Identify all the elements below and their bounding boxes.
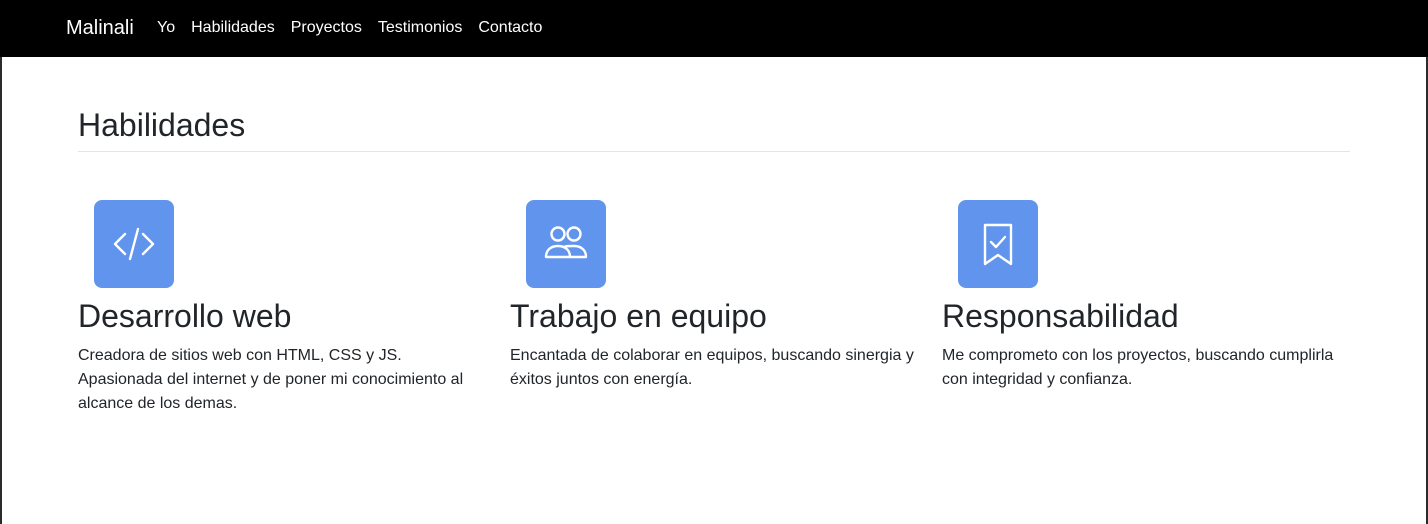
nav-link-habilidades[interactable]: Habilidades (191, 18, 275, 38)
section-divider (78, 151, 1350, 152)
feature-title: Trabajo en equipo (510, 298, 767, 334)
section-title: Habilidades (78, 107, 246, 143)
nav-link-testimonios[interactable]: Testimonios (378, 18, 462, 38)
nav-link-contacto[interactable]: Contacto (478, 18, 542, 38)
navbar-brand[interactable]: Malinali (66, 16, 134, 40)
feature-text: Me comprometo con los proyectos, buscand… (942, 347, 1334, 388)
feature-text: Creadora de sitios web con HTML, CSS y J… (78, 347, 464, 412)
code-icon (94, 200, 174, 288)
nav-links: Yo Habilidades Proyectos Testimonios Con… (157, 18, 558, 38)
nav-link-proyectos[interactable]: Proyectos (291, 18, 362, 38)
window-frame-left (0, 0, 2, 524)
feature-text: Encantada de colaborar en equipos, busca… (510, 347, 914, 388)
navbar: Malinali Yo Habilidades Proyectos Testim… (0, 0, 1428, 57)
nav-link-yo[interactable]: Yo (157, 18, 175, 38)
feature-title: Desarrollo web (78, 298, 292, 334)
people-icon (526, 200, 606, 288)
bookmark-check-icon (958, 200, 1038, 288)
feature-title: Responsabilidad (942, 298, 1179, 334)
